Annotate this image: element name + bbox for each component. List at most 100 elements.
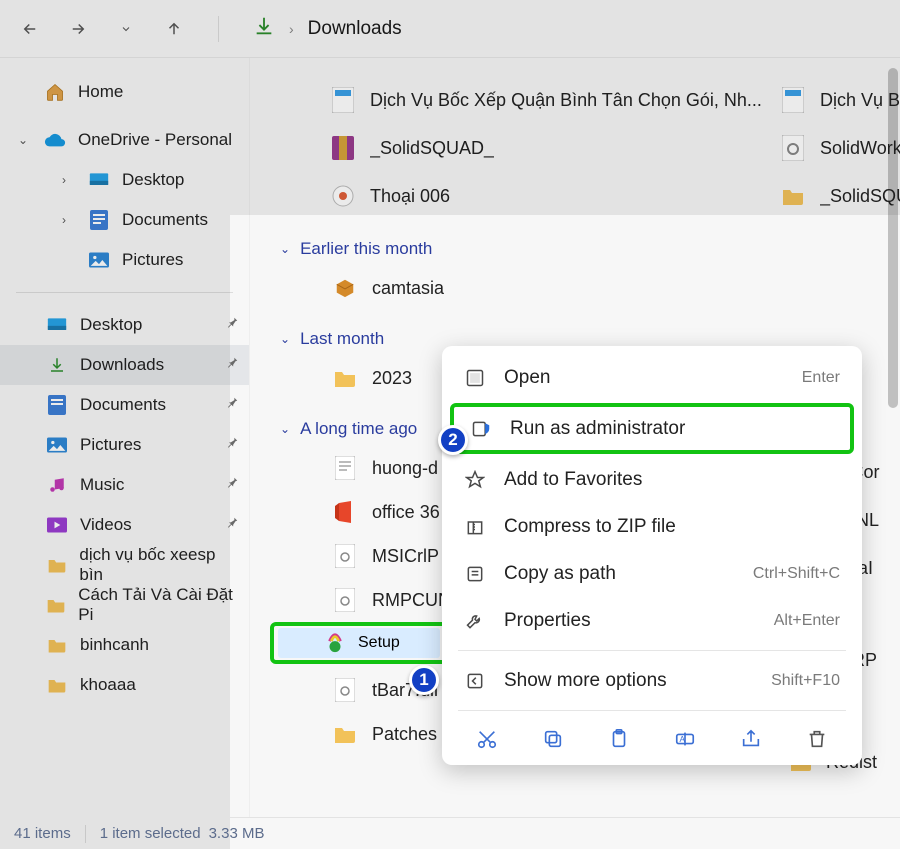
delete-icon[interactable]: [803, 725, 831, 753]
chevron-right-icon: ›: [289, 21, 294, 37]
file-item[interactable]: _SolidSQUAD_: [330, 124, 810, 172]
shield-icon: [470, 418, 492, 440]
file-label: Setup: [358, 634, 400, 652]
zip-icon: [464, 516, 486, 538]
file-label: Dịch Vụ B: [820, 90, 900, 111]
context-menu-label: Copy as path: [504, 563, 616, 585]
sidebar-item-videos[interactable]: Videos: [0, 505, 249, 545]
sidebar-folder[interactable]: khoaaa: [0, 665, 249, 705]
file-label: _SolidSQUAD_: [370, 138, 494, 159]
sidebar-item-documents[interactable]: Documents: [0, 385, 249, 425]
sidebar-label: Pictures: [80, 435, 141, 455]
forward-button[interactable]: [68, 19, 88, 39]
corel-icon: [322, 630, 348, 656]
open-icon: [464, 367, 486, 389]
music-icon: [46, 474, 68, 496]
documents-icon: [88, 209, 110, 231]
context-menu-item-properties[interactable]: Properties Alt+Enter: [448, 597, 856, 644]
context-menu-item-runasadmin[interactable]: Run as administrator: [454, 407, 850, 450]
sidebar-label: Music: [80, 475, 124, 495]
context-menu-shortcut: Ctrl+Shift+C: [753, 565, 840, 583]
sidebar-item-home[interactable]: Home: [0, 72, 249, 112]
back-button[interactable]: [20, 19, 40, 39]
toolbar-separator: [218, 16, 219, 42]
copy-icon[interactable]: [539, 725, 567, 753]
breadcrumb[interactable]: › Downloads: [253, 15, 402, 43]
group-title: Last month: [300, 329, 384, 349]
sidebar-folder[interactable]: Cách Tải Và Cài Đặt Pi: [0, 585, 249, 625]
sidebar-folder[interactable]: binhcanh: [0, 625, 249, 665]
pin-icon[interactable]: [225, 395, 239, 415]
file-item[interactable]: Dịch Vụ Bốc Xếp Quận Bình Tân Chọn Gói, …: [330, 76, 810, 124]
status-bar: 41 items 1 item selected 3.33 MB: [0, 817, 900, 849]
context-menu-item-copypath[interactable]: Copy as path Ctrl+Shift+C: [448, 550, 856, 597]
gear-file-icon: [332, 587, 358, 613]
sidebar-item-pictures[interactable]: Pictures: [0, 425, 249, 465]
file-item-selected[interactable]: Setup: [278, 628, 440, 658]
group-header-earlier[interactable]: ⌄Earlier this month: [280, 232, 900, 266]
file-item[interactable]: _SolidSQU: [780, 172, 900, 220]
sidebar-label: Downloads: [80, 355, 164, 375]
context-menu-label: Compress to ZIP file: [504, 516, 676, 538]
chevron-right-icon[interactable]: ›: [62, 173, 76, 187]
sidebar-item-od-pictures[interactable]: Pictures: [0, 240, 249, 280]
pin-icon[interactable]: [225, 475, 239, 495]
chevron-down-icon: ⌄: [280, 422, 290, 436]
context-menu-label: Add to Favorites: [504, 469, 642, 491]
share-icon[interactable]: [737, 725, 765, 753]
callout-2: 2: [438, 425, 468, 455]
up-button[interactable]: [164, 19, 184, 39]
file-item[interactable]: Dịch Vụ B: [780, 76, 900, 124]
sidebar-item-music[interactable]: Music: [0, 465, 249, 505]
pin-icon[interactable]: [225, 315, 239, 335]
breadcrumb-location: Downloads: [308, 18, 402, 40]
desktop-icon: [46, 314, 68, 336]
file-item[interactable]: SolidWork: [780, 124, 900, 172]
chevron-right-icon[interactable]: ›: [62, 213, 76, 227]
file-label: MSICrlP: [372, 546, 439, 567]
home-icon: [44, 81, 66, 103]
sidebar-label: khoaaa: [80, 675, 136, 695]
sidebar-item-desktop[interactable]: Desktop: [0, 305, 249, 345]
context-menu-label: Properties: [504, 610, 591, 632]
sidebar-item-od-documents[interactable]: › Documents: [0, 200, 249, 240]
pin-icon[interactable]: [225, 355, 239, 375]
context-menu-item-open[interactable]: Open Enter: [448, 354, 856, 401]
context-menu-item-favorites[interactable]: Add to Favorites: [448, 456, 856, 503]
desktop-icon: [88, 169, 110, 191]
navigation-pane: Home ⌄ OneDrive - Personal › Desktop › D…: [0, 58, 250, 817]
context-menu-item-zip[interactable]: Compress to ZIP file: [448, 503, 856, 550]
rename-icon[interactable]: A: [671, 725, 699, 753]
paste-icon[interactable]: [605, 725, 633, 753]
wrench-icon: [464, 610, 486, 632]
recent-dropdown[interactable]: [116, 19, 136, 39]
pin-icon[interactable]: [225, 515, 239, 535]
sidebar-folder[interactable]: dịch vụ bốc xeesp bìn: [0, 545, 249, 585]
file-label: office 36: [372, 502, 440, 523]
sidebar-item-downloads[interactable]: Downloads: [0, 345, 249, 385]
sidebar-item-od-desktop[interactable]: › Desktop: [0, 160, 249, 200]
file-label: SolidWork: [820, 138, 900, 159]
sidebar-label: Home: [78, 82, 123, 102]
file-label: RMPCUN: [372, 590, 451, 611]
cut-icon[interactable]: [473, 725, 501, 753]
sidebar-label: Documents: [122, 210, 208, 230]
context-menu-item-more[interactable]: Show more options Shift+F10: [448, 657, 856, 704]
status-size: 3.33 MB: [209, 825, 265, 842]
pin-icon[interactable]: [225, 435, 239, 455]
file-label: _SolidSQU: [820, 186, 900, 207]
archive-icon: [330, 135, 356, 161]
file-item[interactable]: camtasia: [332, 266, 900, 310]
chevron-down-icon: ⌄: [280, 332, 290, 346]
sidebar-item-onedrive[interactable]: ⌄ OneDrive - Personal: [0, 120, 249, 160]
callout-1: 1: [409, 665, 439, 695]
chevron-down-icon: ⌄: [280, 242, 290, 256]
gear-file-icon: [332, 677, 358, 703]
chevron-down-icon[interactable]: ⌄: [18, 133, 32, 147]
documents-icon: [46, 394, 68, 416]
context-menu-shortcut: Enter: [802, 369, 840, 387]
sidebar-label: Desktop: [122, 170, 184, 190]
videos-icon: [46, 514, 68, 536]
file-item[interactable]: Thoại 006: [330, 172, 810, 220]
sidebar-label: binhcanh: [80, 635, 149, 655]
